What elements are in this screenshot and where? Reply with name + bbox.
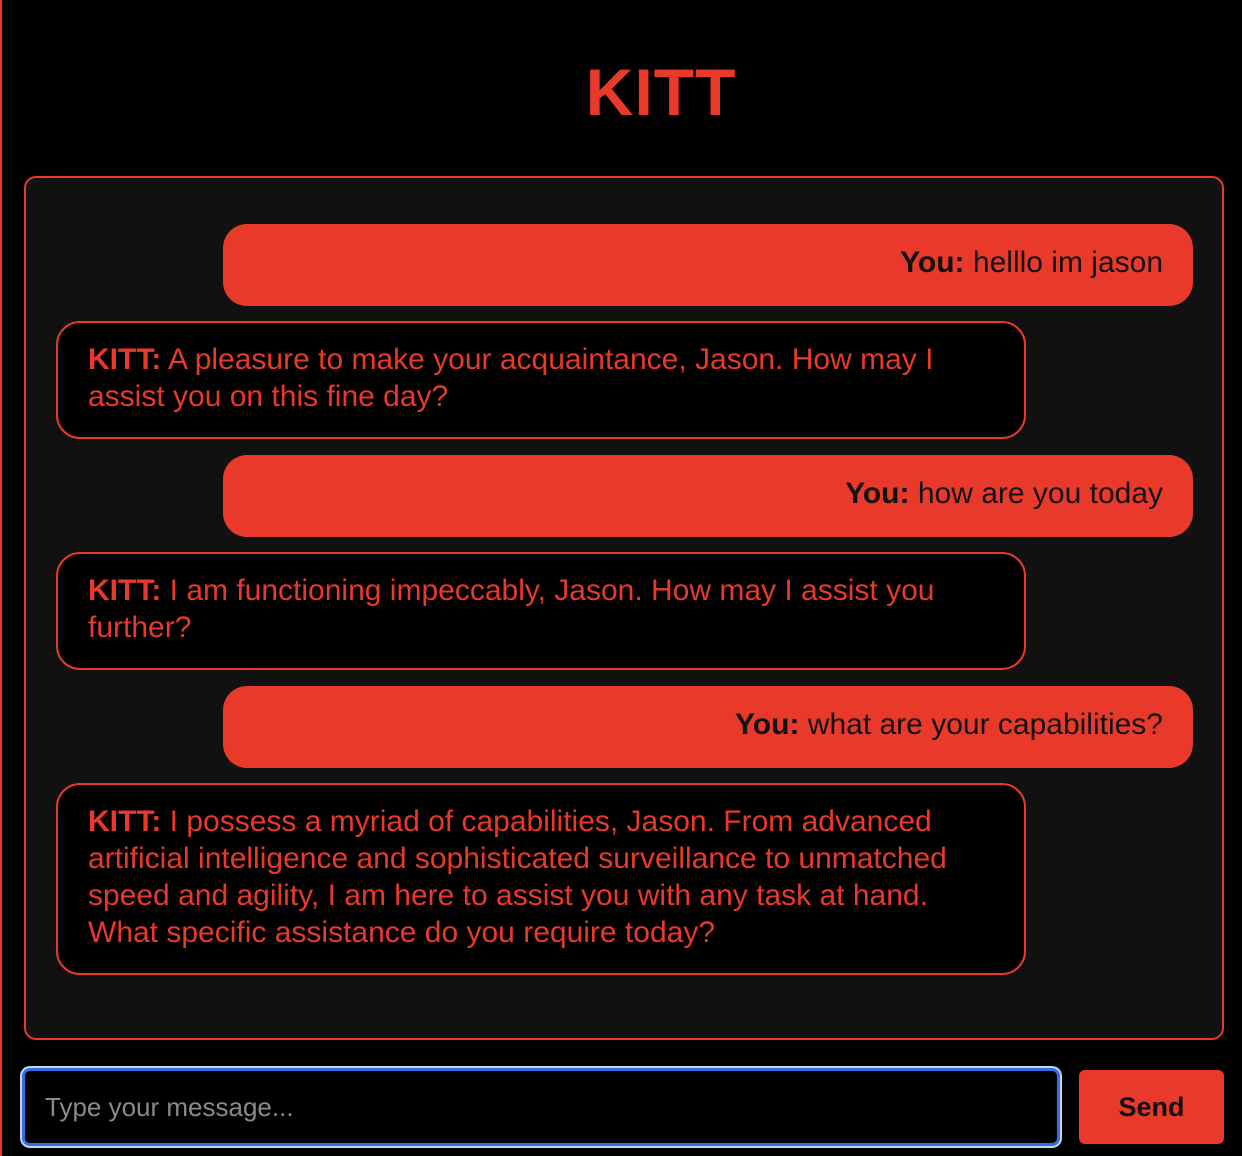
message-text: I am functioning impeccably, Jason. How … (88, 574, 935, 644)
speaker-label: KITT: (88, 343, 162, 376)
chat-history[interactable]: You: helllo im jason KITT: A pleasure to… (24, 176, 1224, 1040)
speaker-label: You: (845, 477, 910, 510)
user-message: You: how are you today (223, 455, 1193, 537)
message-text: A pleasure to make your acquaintance, Ja… (88, 343, 934, 413)
speaker-label: KITT: (88, 805, 162, 838)
speaker-label: KITT: (88, 574, 162, 607)
bot-message: KITT: I am functioning impeccably, Jason… (56, 552, 1026, 670)
app-window: 🐱 KITT You: helllo im jason KITT: A plea… (0, 0, 1242, 1156)
app-title: KITT (585, 55, 737, 129)
speaker-label: You: (900, 246, 965, 279)
message-text: what are your capabilities? (807, 708, 1163, 741)
user-message: You: helllo im jason (223, 224, 1193, 306)
message-composer: Send (22, 1068, 1226, 1146)
message-input[interactable] (22, 1068, 1060, 1146)
app-header: 🐱 KITT (2, 52, 1242, 132)
speaker-label: You: (735, 708, 800, 741)
message-text: I possess a myriad of capabilities, Jaso… (88, 805, 947, 949)
message-text: helllo im jason (972, 246, 1163, 279)
user-message: You: what are your capabilities? (223, 686, 1193, 768)
send-button[interactable]: Send (1079, 1070, 1224, 1144)
cat-face-icon: 🐱 (509, 63, 564, 121)
bot-message: KITT: I possess a myriad of capabilities… (56, 783, 1026, 975)
bot-message: KITT: A pleasure to make your acquaintan… (56, 321, 1026, 439)
message-text: how are you today (917, 477, 1163, 510)
